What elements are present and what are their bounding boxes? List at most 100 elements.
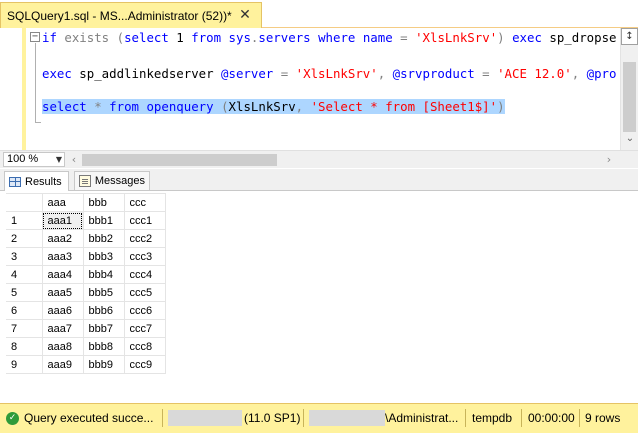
code-token: 'XlsLnkSrv' [415, 30, 498, 45]
code-token: ) [497, 30, 513, 45]
code-token: servers [258, 30, 319, 45]
table-row[interactable]: 6 aaa6 bbb6 ccc6 [6, 301, 166, 320]
grid-cell[interactable]: ccc2 [123, 229, 166, 248]
code-token: exec [512, 30, 542, 45]
code-line-3[interactable]: select * from openquery (XlsLnkSrv, 'Sel… [42, 98, 505, 116]
column-header[interactable]: bbb [82, 193, 125, 212]
code-line-2[interactable]: exec sp_addlinkedserver @server = 'XlsLn… [42, 65, 616, 83]
table-row[interactable]: 5 aaa5 bbb5 ccc5 [6, 283, 166, 302]
messages-icon [79, 175, 91, 187]
grid-cell[interactable]: ccc4 [123, 265, 166, 284]
grid-cell[interactable]: aaa6 [41, 301, 84, 320]
scroll-down-icon[interactable]: ⌄ [624, 132, 636, 146]
row-number[interactable]: 3 [6, 247, 43, 266]
table-row[interactable]: 3 aaa3 bbb3 ccc3 [6, 247, 166, 266]
code-token: sp_addlinkedserver [71, 66, 222, 81]
grid-cell[interactable]: bbb2 [82, 229, 125, 248]
status-divider [465, 409, 466, 427]
grid-cell[interactable]: ccc3 [123, 247, 166, 266]
row-number[interactable]: 5 [6, 283, 43, 302]
code-line-1[interactable]: if exists (select 1 from sys.servers whe… [42, 29, 617, 47]
tab-results[interactable]: Results [4, 171, 69, 191]
vertical-scroll-thumb[interactable] [623, 62, 636, 132]
outline-end [35, 122, 41, 123]
tab-sqlquery1[interactable]: SQLQuery1.sql - MS...Administrator (52))… [0, 2, 262, 28]
change-tracking-stripe [22, 28, 26, 150]
code-token: openquery [139, 99, 222, 114]
grid-cell[interactable]: aaa2 [41, 229, 84, 248]
code-token: 'XlsLnkSrv' [295, 66, 378, 81]
grid-cell[interactable]: aaa9 [41, 355, 84, 374]
code-token: @srvproduct [392, 66, 475, 81]
table-row[interactable]: 4 aaa4 bbb4 ccc4 [6, 265, 166, 284]
code-token: = [400, 30, 408, 45]
tab-messages-label: Messages [94, 175, 145, 187]
row-number[interactable]: 2 [6, 229, 43, 248]
scroll-right-icon[interactable]: › [602, 152, 616, 167]
code-token: exists [56, 30, 117, 45]
grid-icon [9, 176, 21, 187]
row-number-header[interactable] [6, 193, 43, 212]
row-number[interactable]: 4 [6, 265, 43, 284]
editor-margin [0, 28, 22, 150]
code-token: select [42, 99, 87, 114]
scroll-left-icon[interactable]: ‹ [68, 152, 80, 167]
grid-cell[interactable]: ccc7 [123, 319, 166, 338]
grid-cell[interactable]: bbb8 [82, 337, 125, 356]
code-token: = [273, 66, 296, 81]
grid-cell[interactable]: ccc9 [123, 355, 166, 374]
grid-cell[interactable]: ccc8 [123, 337, 166, 356]
grid-cell[interactable]: bbb4 [82, 265, 125, 284]
code-token: , [377, 66, 393, 81]
grid-cell[interactable]: bbb5 [82, 283, 125, 302]
table-row[interactable]: 9 aaa9 bbb9 ccc9 [6, 355, 166, 374]
code-token: from [109, 99, 139, 114]
zoom-value: 100 % [7, 153, 39, 165]
grid-cell[interactable]: aaa3 [41, 247, 84, 266]
code-token: sp_dropse [541, 30, 617, 45]
query-editor[interactable]: − if exists (select 1 from sys.servers w… [0, 28, 638, 150]
row-number[interactable]: 7 [6, 319, 43, 338]
collapse-icon[interactable]: − [30, 32, 40, 42]
column-header[interactable]: ccc [123, 193, 166, 212]
row-number[interactable]: 9 [6, 355, 43, 374]
login-user: \Administrat... [385, 411, 459, 425]
tab-messages[interactable]: Messages [74, 171, 150, 190]
tab-results-label: Results [25, 175, 62, 188]
zoom-select[interactable]: 100 % ▼ [3, 152, 65, 167]
grid-cell[interactable]: aaa4 [41, 265, 84, 284]
grid-cell[interactable]: ccc1 [123, 211, 166, 230]
table-row[interactable]: 1 aaa1 bbb1 ccc1 [6, 211, 166, 230]
horizontal-scroll-thumb[interactable] [82, 154, 277, 166]
table-row[interactable]: 7 aaa7 bbb7 ccc7 [6, 319, 166, 338]
grid-cell[interactable]: aaa1 [41, 211, 84, 230]
grid-cell[interactable]: bbb7 [82, 319, 125, 338]
row-number[interactable]: 8 [6, 337, 43, 356]
grid-cell[interactable]: bbb3 [82, 247, 125, 266]
chevron-down-icon[interactable]: ▼ [56, 153, 62, 166]
column-header[interactable]: aaa [41, 193, 84, 212]
grid-cell[interactable]: bbb6 [82, 301, 125, 320]
row-number[interactable]: 1 [6, 211, 43, 230]
code-token: from [191, 30, 222, 45]
grid-cell[interactable]: aaa5 [41, 283, 84, 302]
grid-cell[interactable]: aaa8 [41, 337, 84, 356]
editor-vertical-scrollbar[interactable]: ↕ ⌄ [620, 28, 638, 150]
grid-cell[interactable]: bbb1 [82, 211, 125, 230]
table-row[interactable]: 2 aaa2 bbb2 ccc2 [6, 229, 166, 248]
close-icon[interactable]: ✕ [237, 7, 253, 23]
row-count: 9 rows [585, 411, 621, 425]
grid-cell[interactable]: ccc5 [123, 283, 166, 302]
grid-cell[interactable]: bbb9 [82, 355, 125, 374]
code-token: where [318, 30, 356, 45]
grid-cell[interactable]: ccc6 [123, 301, 166, 320]
split-icon[interactable]: ↕ [621, 28, 638, 45]
redacted-server-name [168, 410, 242, 426]
table-row[interactable]: 8 aaa8 bbb8 ccc8 [6, 337, 166, 356]
redacted-login-name [309, 410, 385, 426]
code-token: @pro [586, 66, 617, 81]
row-number[interactable]: 6 [6, 301, 43, 320]
document-tab-strip: SQLQuery1.sql - MS...Administrator (52))… [0, 0, 638, 28]
grid-cell[interactable]: aaa7 [41, 319, 84, 338]
tab-title: SQLQuery1.sql - MS...Administrator (52))… [7, 8, 232, 23]
